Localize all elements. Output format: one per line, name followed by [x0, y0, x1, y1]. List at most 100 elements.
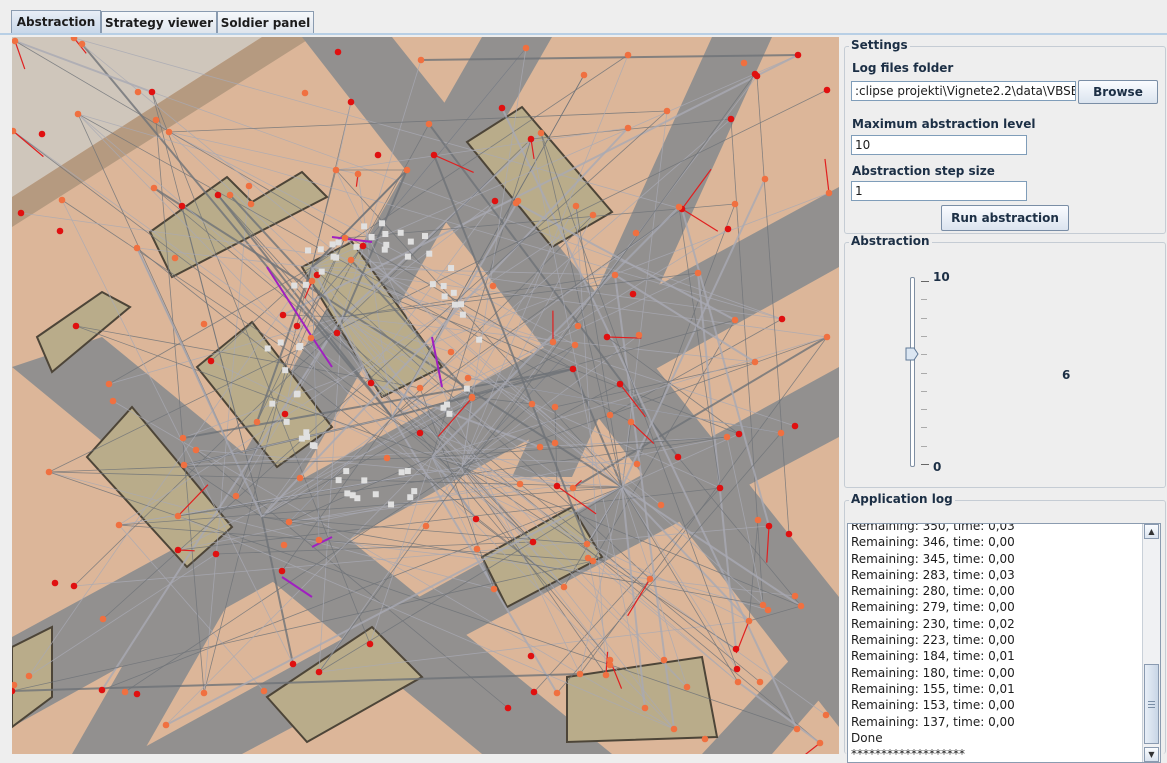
graph-node[interactable] — [538, 130, 545, 137]
graph-node-square[interactable] — [330, 241, 336, 247]
graph-node[interactable] — [725, 226, 732, 233]
graph-node-square[interactable] — [382, 231, 388, 237]
graph-node[interactable] — [348, 257, 355, 264]
graph-node[interactable] — [702, 736, 709, 743]
graph-node-square[interactable] — [405, 468, 411, 474]
graph-node-square[interactable] — [305, 247, 311, 253]
abstraction-slider-thumb[interactable] — [905, 347, 919, 361]
graph-node[interactable] — [175, 547, 182, 554]
graph-node[interactable] — [71, 583, 78, 590]
graph-node[interactable] — [752, 71, 759, 78]
graph-node[interactable] — [736, 431, 743, 438]
graph-node[interactable] — [26, 673, 33, 680]
graph-node-square[interactable] — [476, 337, 482, 343]
graph-node[interactable] — [46, 469, 53, 476]
graph-node[interactable] — [798, 603, 805, 610]
graph-node[interactable] — [528, 653, 535, 660]
graph-node[interactable] — [528, 136, 535, 143]
graph-node-square[interactable] — [303, 429, 309, 435]
graph-node[interactable] — [215, 192, 222, 199]
graph-node-square[interactable] — [297, 343, 303, 349]
graph-node[interactable] — [585, 555, 592, 562]
graph-node-square[interactable] — [278, 339, 284, 345]
graph-node[interactable] — [348, 99, 355, 106]
graph-node[interactable] — [554, 483, 561, 490]
graph-node-square[interactable] — [422, 233, 428, 239]
graph-node-square[interactable] — [291, 283, 297, 289]
graph-node[interactable] — [824, 87, 831, 94]
graph-node[interactable] — [561, 584, 568, 591]
graph-node[interactable] — [499, 105, 506, 112]
graph-node[interactable] — [360, 243, 367, 250]
graph-node[interactable] — [153, 117, 160, 124]
graph-node[interactable] — [492, 198, 499, 205]
graph-node[interactable] — [384, 455, 391, 462]
graph-node[interactable] — [695, 270, 702, 277]
graph-node[interactable] — [676, 204, 683, 211]
graph-node-square[interactable] — [382, 247, 388, 253]
graph-node-square[interactable] — [294, 391, 300, 397]
graph-node[interactable] — [448, 349, 455, 356]
graph-node-square[interactable] — [303, 282, 309, 288]
graph-node-square[interactable] — [350, 492, 356, 498]
tab-strategy-viewer[interactable]: Strategy viewer — [101, 11, 217, 33]
graph-node[interactable] — [426, 121, 433, 128]
graph-node[interactable] — [537, 444, 544, 451]
abstraction-slider-track[interactable] — [910, 277, 915, 467]
graph-node[interactable] — [367, 641, 374, 648]
graph-node-square[interactable] — [441, 405, 447, 411]
graph-node-square[interactable] — [336, 239, 342, 245]
graph-node[interactable] — [246, 183, 253, 190]
graph-node[interactable] — [765, 607, 772, 614]
graph-node-square[interactable] — [398, 230, 404, 236]
graph-node[interactable] — [122, 689, 129, 696]
scroll-up-arrow-icon[interactable]: ▲ — [1144, 524, 1159, 539]
graph-node[interactable] — [163, 722, 170, 729]
graph-node[interactable] — [233, 493, 240, 500]
graph-node[interactable] — [581, 72, 588, 79]
graph-node[interactable] — [417, 385, 424, 392]
graph-node[interactable] — [286, 519, 293, 526]
graph-node[interactable] — [316, 537, 323, 544]
graph-node[interactable] — [762, 176, 769, 183]
graph-node[interactable] — [282, 411, 289, 418]
graph-node[interactable] — [794, 726, 801, 733]
graph-node[interactable] — [193, 447, 200, 454]
graph-node[interactable] — [630, 291, 637, 298]
graph-node-square[interactable] — [408, 239, 414, 245]
graph-node[interactable] — [554, 690, 561, 697]
graph-node[interactable] — [248, 201, 255, 208]
graph-node[interactable] — [52, 580, 59, 587]
graph-node[interactable] — [469, 394, 476, 401]
graph-node[interactable] — [309, 278, 316, 285]
graph-node-square[interactable] — [464, 386, 470, 392]
graph-node[interactable] — [254, 419, 261, 426]
graph-node-square[interactable] — [411, 488, 417, 494]
graph-node[interactable] — [647, 576, 654, 583]
graph-node[interactable] — [465, 375, 472, 382]
graph-node[interactable] — [728, 116, 735, 123]
graph-node[interactable] — [760, 602, 767, 609]
graph-node[interactable] — [634, 461, 641, 468]
graph-node[interactable] — [355, 171, 362, 178]
graph-node[interactable] — [261, 688, 268, 695]
scroll-down-arrow-icon[interactable]: ▼ — [1144, 747, 1159, 762]
graph-node[interactable] — [684, 684, 691, 691]
graph-node[interactable] — [741, 60, 748, 67]
graph-node[interactable] — [550, 339, 557, 346]
graph-node[interactable] — [59, 197, 66, 204]
graph-node[interactable] — [491, 586, 498, 593]
graph-node[interactable] — [824, 334, 831, 341]
graph-node-square[interactable] — [446, 411, 452, 417]
map-canvas[interactable] — [12, 37, 839, 754]
graph-node[interactable] — [57, 228, 64, 235]
graph-node-square[interactable] — [448, 265, 454, 271]
graph-node[interactable] — [755, 517, 762, 524]
graph-node[interactable] — [717, 485, 724, 492]
graph-node[interactable] — [302, 90, 309, 97]
graph-node[interactable] — [423, 523, 430, 530]
graph-node-square[interactable] — [336, 477, 342, 483]
graph-node[interactable] — [100, 616, 107, 623]
graph-node[interactable] — [786, 531, 793, 538]
graph-node[interactable] — [172, 255, 179, 262]
